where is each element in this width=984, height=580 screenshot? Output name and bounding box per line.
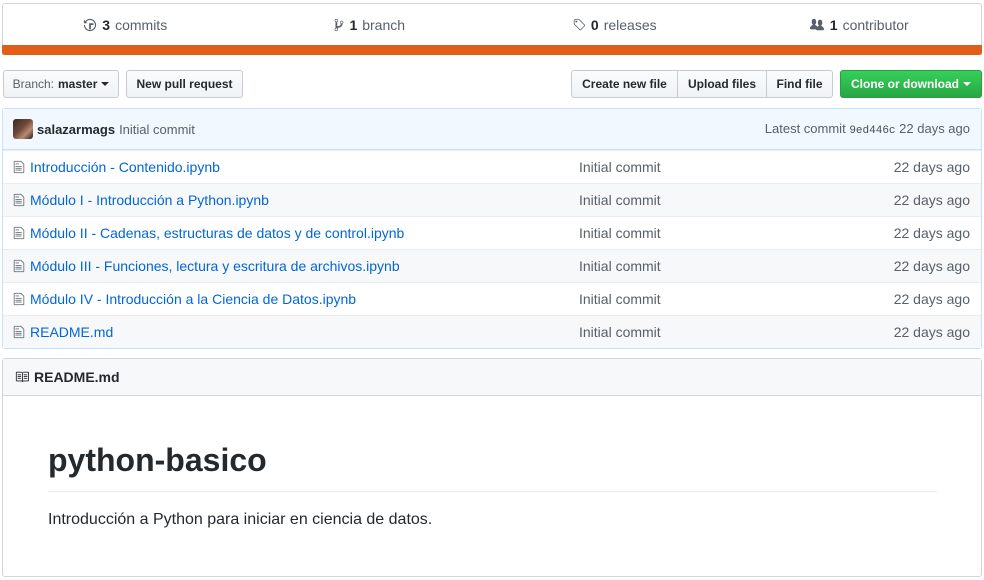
file-name-link[interactable]: Introducción - Contenido.ipynb (30, 159, 220, 175)
file-icon (13, 193, 25, 207)
file-row: Módulo IV - Introducción a la Ciencia de… (3, 282, 981, 315)
file-age: 22 days ago (893, 324, 970, 340)
commits-count: 3 (102, 16, 111, 33)
file-name-link[interactable]: Módulo II - Cadenas, estructuras de dato… (30, 225, 404, 241)
file-commit-message[interactable]: Initial commit (579, 258, 661, 274)
readme-description: Introducción a Python para iniciar en ci… (48, 511, 433, 528)
new-pull-request-button[interactable]: New pull request (126, 70, 243, 98)
file-commit-message[interactable]: Initial commit (579, 192, 661, 208)
file-commit-message[interactable]: Initial commit (579, 159, 661, 175)
file-name-link[interactable]: Módulo I - Introducción a Python.ipynb (30, 192, 269, 208)
releases-link[interactable]: 0 releases (492, 17, 737, 33)
branch-name: master (58, 77, 98, 91)
clone-label: Clone or download (851, 77, 959, 91)
git-branch-icon (335, 18, 344, 31)
branch-prefix: Branch: (12, 77, 54, 91)
readme-filename: README.md (34, 369, 120, 385)
file-icon (13, 259, 25, 273)
file-name-link[interactable]: README.md (30, 324, 113, 340)
commit-sha[interactable]: 9ed446c (849, 125, 895, 137)
file-list: salazarmags Initial commit Latest commit… (2, 108, 982, 349)
avatar[interactable] (13, 119, 33, 139)
tag-icon (573, 18, 586, 30)
file-age: 22 days ago (893, 159, 970, 175)
file-name-link[interactable]: Módulo III - Funciones, lectura y escrit… (30, 258, 400, 274)
file-age: 22 days ago (893, 258, 970, 274)
branches-label: branch (362, 16, 406, 33)
readme-header: README.md (3, 359, 981, 396)
contributors-label: contributor (842, 16, 909, 33)
branches-count: 1 (349, 16, 358, 33)
clone-or-download-button[interactable]: Clone or download (840, 70, 982, 98)
contributors-count: 1 (829, 16, 838, 33)
file-icon (13, 160, 25, 174)
file-icon (13, 325, 25, 339)
file-commit-message[interactable]: Initial commit (579, 225, 661, 241)
file-row: Introducción - Contenido.ipynb Initial c… (3, 150, 981, 183)
caret-down-icon (963, 82, 971, 86)
file-icon (13, 226, 25, 240)
branches-link[interactable]: 1 branch (248, 17, 493, 33)
latest-commit-bar: salazarmags Initial commit Latest commit… (3, 109, 981, 150)
readme-panel: README.md python-basico Introducción a P… (2, 358, 982, 577)
latest-commit-info: Latest commit 9ed446c 22 days ago (765, 121, 970, 137)
find-file-button[interactable]: Find file (766, 70, 833, 98)
people-icon (809, 18, 824, 30)
file-age: 22 days ago (893, 225, 970, 241)
file-row: Módulo III - Funciones, lectura y escrit… (3, 249, 981, 282)
file-row: Módulo II - Cadenas, estructuras de dato… (3, 216, 981, 249)
file-actions-group: Create new file Upload files Find file (571, 70, 833, 98)
file-age: 22 days ago (893, 291, 970, 307)
file-row: Módulo I - Introducción a Python.ipynb I… (3, 183, 981, 216)
repo-summary: 3 commits 1 branch 0 releases 1 contribu… (2, 3, 982, 55)
readme-title: python-basico (48, 442, 267, 478)
history-icon (84, 18, 97, 31)
file-icon (13, 292, 25, 306)
latest-commit-prefix: Latest commit (764, 121, 846, 136)
contributors-link[interactable]: 1 contributor (737, 17, 982, 33)
file-name-link[interactable]: Módulo IV - Introducción a la Ciencia de… (30, 291, 356, 307)
releases-count: 0 (590, 16, 599, 33)
releases-label: releases (603, 16, 657, 33)
language-bar[interactable] (2, 45, 982, 55)
file-commit-message[interactable]: Initial commit (579, 324, 661, 340)
upload-files-button[interactable]: Upload files (677, 70, 767, 98)
commit-author[interactable]: salazarmags (37, 122, 115, 137)
caret-down-icon (101, 82, 110, 86)
file-row: README.md Initial commit 22 days ago (3, 315, 981, 348)
commit-age: 22 days ago (899, 121, 970, 136)
divider (48, 491, 937, 492)
commits-link[interactable]: 3 commits (3, 17, 248, 33)
book-icon (15, 371, 29, 383)
commits-label: commits (115, 16, 168, 33)
file-commit-message[interactable]: Initial commit (579, 291, 661, 307)
file-age: 22 days ago (893, 192, 970, 208)
commit-message[interactable]: Initial commit (119, 122, 195, 137)
branch-select-button[interactable]: Branch: master (3, 70, 119, 98)
create-new-file-button[interactable]: Create new file (571, 70, 678, 98)
